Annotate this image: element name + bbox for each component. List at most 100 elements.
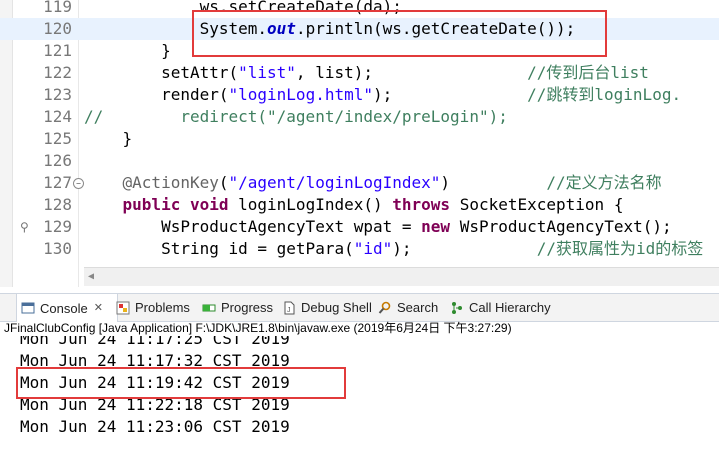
code-line[interactable]: 120 System.out.println(ws.getCreateDate(… <box>0 18 719 40</box>
code-token: } <box>84 41 171 60</box>
tab-label: Console <box>40 300 88 316</box>
line-number: 126 <box>43 151 72 170</box>
debug-shell-icon: J <box>282 301 296 315</box>
code-text: public void loginLogIndex() throws Socke… <box>84 194 624 216</box>
code-line[interactable]: 127 @ActionKey("/agent/loginLogIndex") /… <box>0 172 719 194</box>
scroll-left-arrow-icon[interactable]: ◀ <box>88 268 94 286</box>
code-token: System. <box>84 19 268 38</box>
code-token: setAttr( <box>84 63 239 82</box>
code-text: } <box>84 128 133 150</box>
code-line[interactable]: 125 } <box>0 128 719 150</box>
line-number: 128 <box>43 195 72 214</box>
bottom-panel-tabs: Console ✕ Problems Progress J Debug Shell Sear… <box>0 293 719 322</box>
problems-icon <box>116 301 130 315</box>
code-token: //定义方法名称 <box>546 173 662 192</box>
code-token: , list); <box>295 63 528 82</box>
code-line[interactable]: 129 WsProductAgencyText wpat = new WsPro… <box>0 216 719 238</box>
code-text: @ActionKey("/agent/loginLogIndex") //定义方… <box>84 172 662 194</box>
code-text: String id = getPara("id"); //获取属性为id的标签 <box>84 238 703 260</box>
code-token: "/agent/loginLogIndex" <box>228 173 441 192</box>
code-token: String id = getPara( <box>84 239 354 258</box>
code-token: public <box>122 195 181 214</box>
code-token: ( <box>218 173 229 192</box>
code-text: render("loginLog.html"); //跳转到loginLog. <box>84 84 681 106</box>
code-text: WsProductAgencyText wpat = new WsProduct… <box>84 216 672 238</box>
code-token: new <box>421 217 451 236</box>
console-output-line: Mon Jun 24 11:23:06 CST 2019 <box>20 417 290 436</box>
code-line[interactable]: 119 ws.setCreateDate(da); <box>0 0 719 18</box>
close-icon[interactable]: ✕ <box>94 295 103 322</box>
tab-debug-shell[interactable]: J Debug Shell <box>282 294 372 321</box>
code-token: "list" <box>238 63 296 82</box>
line-number: 127 <box>43 173 72 192</box>
warning-marker-icon: ⚲ <box>20 220 29 234</box>
code-token: WsProductAgencyText(); <box>450 217 672 236</box>
line-number: 119 <box>43 0 72 16</box>
tab-label: Progress <box>221 300 274 315</box>
console-icon <box>21 301 35 315</box>
code-text: System.out.println(ws.getCreateDate()); <box>84 18 576 40</box>
code-token: .println(ws.getCreateDate()); <box>295 19 576 38</box>
code-token: //传到后台list <box>527 63 649 82</box>
console-status-line: JFinalClubConfig [Java Application] F:\J… <box>4 321 512 335</box>
call-hierarchy-icon <box>450 301 464 315</box>
console-output-line: Mon Jun 24 11:17:25 CST 2019 <box>20 336 290 348</box>
line-number: 121 <box>43 41 72 60</box>
code-token: "loginLog.html" <box>228 85 374 104</box>
tab-progress[interactable]: Progress <box>202 294 273 321</box>
tab-label: Problems <box>135 300 190 315</box>
code-token: loginLogIndex() <box>228 195 393 214</box>
code-token: SocketException { <box>450 195 624 214</box>
code-token: //获取属性为id的标签 <box>536 239 704 258</box>
code-line[interactable]: 122 setAttr("list", list); //传到后台list <box>0 62 719 84</box>
code-token: throws <box>392 195 451 214</box>
progress-icon <box>202 301 216 315</box>
console-output-line: Mon Jun 24 11:17:32 CST 2019 <box>20 351 290 370</box>
svg-text:J: J <box>287 307 291 314</box>
code-line[interactable]: 128 public void loginLogIndex() throws S… <box>0 194 719 216</box>
horizontal-scrollbar[interactable]: ◀ <box>84 267 719 286</box>
console-output-line: Mon Jun 24 11:19:42 CST 2019 <box>20 373 290 392</box>
code-text: // redirect("/agent/index/preLogin"); <box>84 106 508 128</box>
tab-console[interactable]: Console ✕ <box>16 294 118 322</box>
code-text: setAttr("list", list); //传到后台list <box>84 62 649 84</box>
line-number: 122 <box>43 63 72 82</box>
console-output-line: Mon Jun 24 11:22:18 CST 2019 <box>20 395 290 414</box>
fold-toggle-icon[interactable]: − <box>73 178 84 189</box>
code-line[interactable]: 126 <box>0 150 719 172</box>
line-number: 123 <box>43 85 72 104</box>
code-token: // redirect("/agent/index/preLogin"); <box>84 107 508 126</box>
code-line[interactable]: 121 } <box>0 40 719 62</box>
code-token: ); <box>373 85 528 104</box>
code-token: void <box>189 195 229 214</box>
line-number: 124 <box>43 107 72 126</box>
code-text: ws.setCreateDate(da); <box>84 0 402 18</box>
line-number: 120 <box>43 19 72 38</box>
line-number: 130 <box>43 239 72 258</box>
tab-label: Debug Shell <box>301 300 372 315</box>
code-token: ) <box>440 173 547 192</box>
code-line[interactable]: 123 render("loginLog.html"); //跳转到loginL… <box>0 84 719 106</box>
code-line[interactable]: 124 // redirect("/agent/index/preLogin"); <box>0 106 719 128</box>
tab-search[interactable]: Search <box>378 294 438 321</box>
code-token: out <box>267 19 296 38</box>
code-token: @ActionKey <box>122 173 219 192</box>
code-token: "id" <box>353 239 393 258</box>
code-token: ws.setCreateDate(da); <box>84 0 402 16</box>
tab-call-hierarchy[interactable]: Call Hierarchy <box>450 294 551 321</box>
code-token: } <box>84 129 133 148</box>
tab-problems[interactable]: Problems <box>116 294 190 321</box>
code-text: } <box>84 40 171 62</box>
code-token: ); <box>392 239 537 258</box>
search-icon <box>378 301 392 315</box>
code-line[interactable]: 130 String id = getPara("id"); //获取属性为id… <box>0 238 719 260</box>
code-token: //跳转到loginLog. <box>527 85 682 104</box>
code-editor[interactable]: 119 ws.setCreateDate(da); 120 System.out.… <box>0 0 719 287</box>
line-number: 125 <box>43 129 72 148</box>
tab-label: Call Hierarchy <box>469 300 551 315</box>
console-output[interactable]: Mon Jun 24 11:17:25 CST 2019 Mon Jun 24 1… <box>0 336 719 463</box>
tab-label: Search <box>397 300 439 315</box>
